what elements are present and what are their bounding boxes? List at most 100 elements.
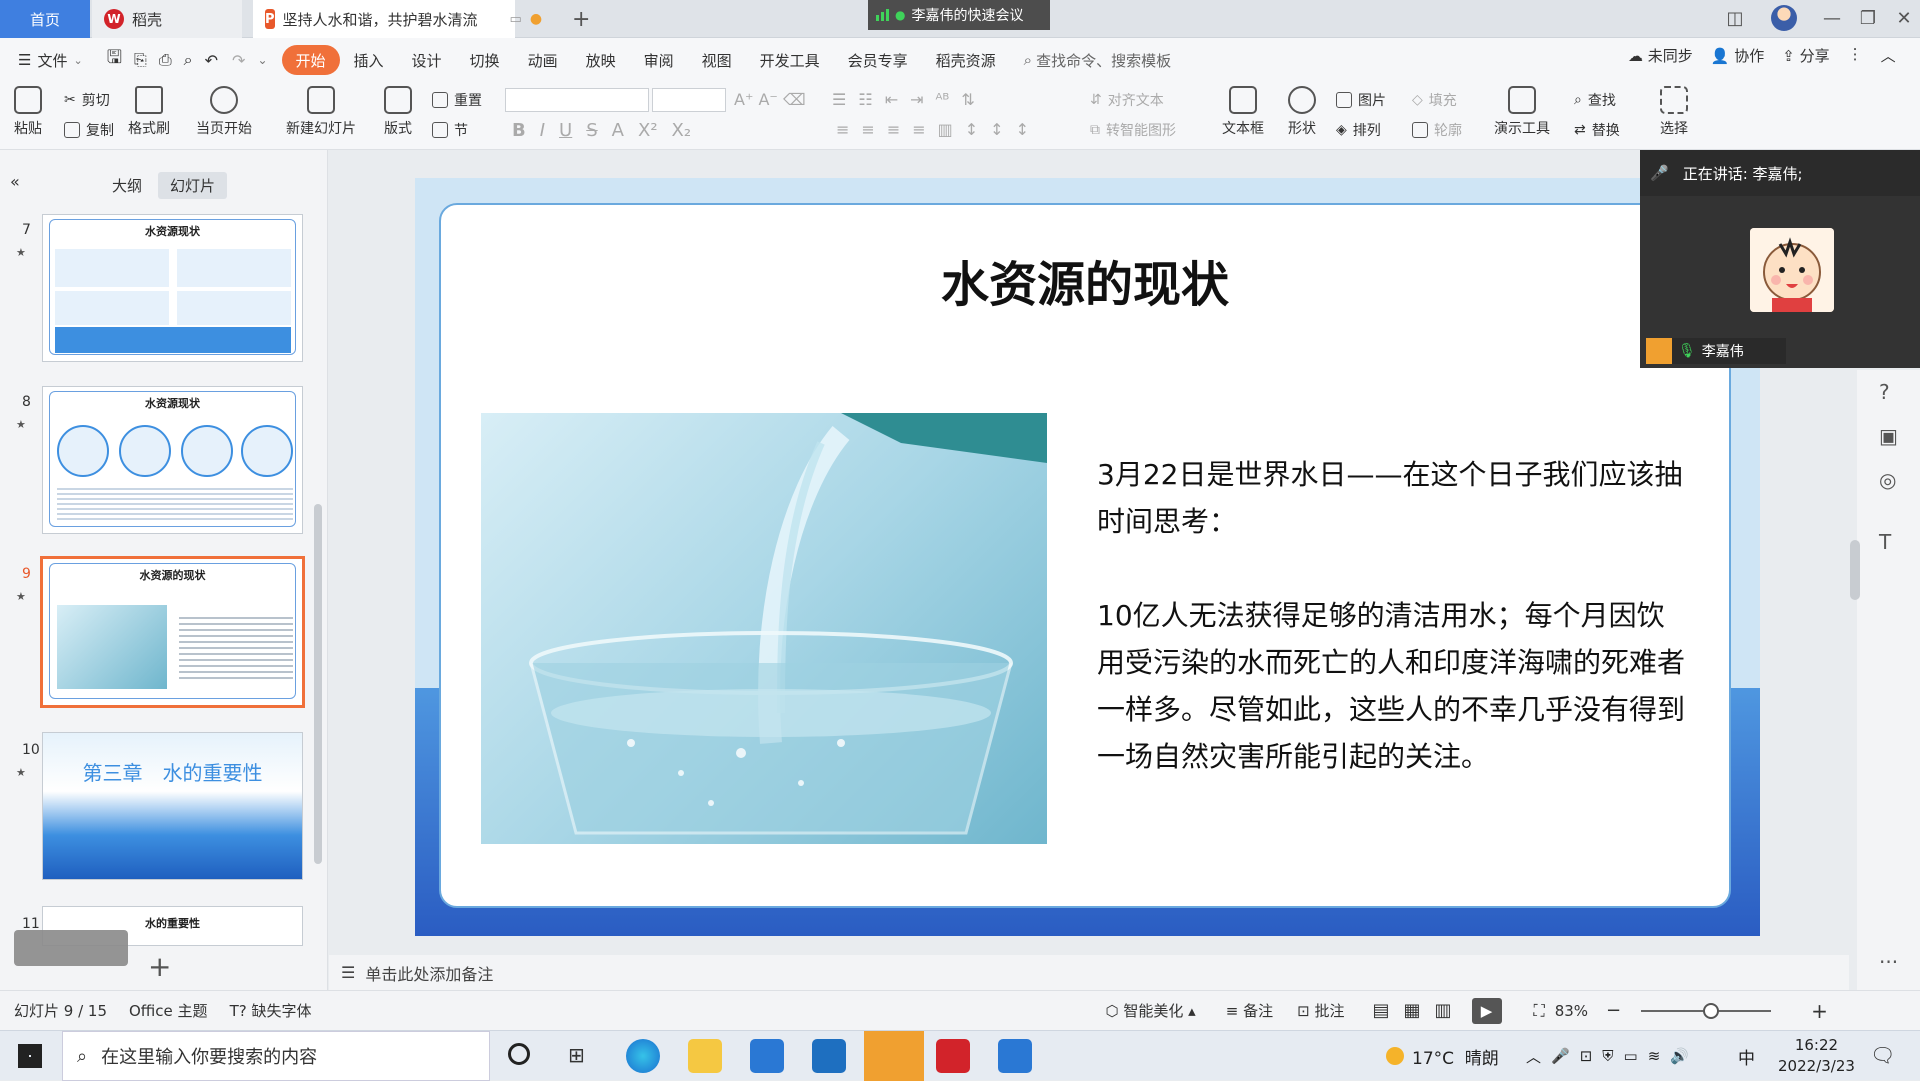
select-button[interactable]: 选择 — [1660, 86, 1688, 138]
collab-button[interactable]: 👤 协作 — [1711, 45, 1764, 66]
export-pdf-icon[interactable]: ⎘ — [134, 50, 147, 70]
water-glass-photo[interactable] — [481, 413, 1047, 844]
theme-name[interactable]: Office 主题 — [129, 1000, 208, 1021]
play-current-button[interactable]: 当页开始 — [196, 86, 252, 138]
user-avatar[interactable] — [1766, 0, 1802, 36]
smart-beautify-button[interactable]: ⬡ 智能美化 ▴ — [1105, 1000, 1195, 1021]
panel-scrollbar[interactable] — [314, 504, 322, 864]
clock[interactable]: 16:22 2022/3/23 — [1778, 1031, 1855, 1081]
input-method[interactable]: 中 — [1738, 1031, 1755, 1081]
font-size-select[interactable] — [652, 88, 726, 112]
menu-review[interactable]: 审阅 — [630, 45, 688, 75]
quick-access-chevron-icon[interactable]: ⌄ — [257, 53, 267, 67]
slide-canvas[interactable]: 水资源的现状 3月22日是世界水日——在这个日子我们应该抽时间思考： 10亿人无… — [415, 178, 1760, 936]
shape-button[interactable]: 形状 — [1288, 86, 1316, 138]
image-tool-icon[interactable]: ▣ — [1879, 424, 1898, 448]
font-style-buttons[interactable]: B I U S A X² X₂ — [512, 120, 691, 141]
tab-outline[interactable]: 大纲 — [100, 172, 154, 199]
editor-scrollbar[interactable] — [1850, 540, 1860, 600]
zoom-slider[interactable] — [1641, 1002, 1772, 1019]
windows-start-icon[interactable] — [18, 1044, 42, 1068]
zoom-level[interactable]: 83% — [1555, 1002, 1588, 1020]
whiteboard-app-icon[interactable] — [998, 1039, 1032, 1073]
tab-daoke[interactable]: W 稻壳 — [92, 0, 242, 38]
fit-window-icon[interactable]: ⛶ — [1534, 1001, 1545, 1021]
font-grow-shrink[interactable]: A⁺ A⁻ ⌫ — [734, 90, 806, 109]
tab-document[interactable]: P 坚持人水和谐，共护碧水清流 ▭ ● — [253, 0, 542, 38]
system-tray-icons[interactable]: ︿ 🎤 ⊡ ⛨ ▭ ≋ 🔊 — [1526, 1031, 1689, 1081]
paste-button[interactable]: 粘贴 — [14, 86, 42, 138]
print-preview-icon[interactable]: ⌕ — [184, 50, 193, 70]
play-slideshow-button[interactable]: ▶ — [1471, 997, 1502, 1024]
mail-app-icon[interactable] — [750, 1039, 784, 1073]
find-button[interactable]: ⌕ 查找 — [1574, 90, 1616, 110]
notification-icon[interactable]: 🗨 — [1870, 1043, 1895, 1067]
paragraph-align[interactable]: ≡ ≡ ≡ ≡ ▥ ↕ ↕ ↕ — [836, 120, 1029, 139]
menu-view[interactable]: 视图 — [688, 45, 746, 75]
help-icon[interactable]: ? — [1879, 380, 1890, 404]
slide-thumbnail-7[interactable]: 水资源现状 — [42, 214, 303, 362]
close-button[interactable]: ✕ — [1886, 0, 1920, 36]
new-slide-button[interactable]: 新建幻灯片 — [286, 86, 356, 138]
file-explorer-icon[interactable] — [688, 1039, 722, 1073]
menu-slideshow[interactable]: 放映 — [572, 45, 630, 75]
cortana-icon[interactable] — [508, 1043, 530, 1065]
print-icon[interactable]: ⎙ — [159, 50, 172, 70]
slide-thumbnail-10[interactable]: 第三章 水的重要性 — [42, 732, 303, 880]
slide-thumbnail-9[interactable]: 水资源的现状 — [40, 556, 305, 708]
save-icon[interactable]: 🖫 — [107, 45, 122, 75]
text-tool-icon[interactable]: T — [1879, 530, 1891, 554]
chat-bubble-widget[interactable] — [14, 930, 128, 966]
fill-button[interactable]: ◇ 填充 — [1412, 90, 1457, 110]
menu-animation[interactable]: 动画 — [514, 45, 572, 75]
layout-button[interactable]: 版式 — [384, 86, 412, 138]
share-button[interactable]: ⇪ 分享 — [1782, 45, 1829, 66]
menu-daoke-resources[interactable]: 稻壳资源 — [922, 45, 1010, 75]
align-text-button[interactable]: ⇵ 对齐文本 — [1090, 90, 1164, 110]
cut-button[interactable]: ✂ 剪切 — [64, 90, 110, 110]
restore-button[interactable]: ❐ — [1850, 0, 1886, 36]
reading-view-icon[interactable]: ▥ — [1434, 1000, 1451, 1021]
grid-view-icon[interactable]: ▦ — [1403, 1000, 1420, 1021]
paragraph-lists[interactable]: ☰ ☷ ⇤ ⇥ ᴬᴮ ⇅ — [832, 90, 975, 109]
taskbar-search[interactable]: ⌕ 在这里输入你要搜索的内容 — [62, 1031, 490, 1081]
add-slide-icon[interactable]: + — [148, 950, 171, 983]
menu-design[interactable]: 设计 — [398, 45, 456, 75]
slide-body-text[interactable]: 3月22日是世界水日——在这个日子我们应该抽时间思考： 10亿人无法获得足够的清… — [1097, 451, 1687, 780]
more-horizontal-icon[interactable]: ··· — [1879, 950, 1898, 974]
notes-bar[interactable]: ☰ 单击此处添加备注 — [329, 955, 1849, 990]
menu-member[interactable]: 会员专享 — [834, 45, 922, 75]
reset-button[interactable]: 重置 — [432, 90, 482, 110]
zoom-slider-thumb[interactable] — [1703, 1002, 1720, 1019]
compass-icon[interactable]: ◎ — [1879, 468, 1896, 492]
new-tab-button[interactable]: + — [572, 0, 600, 38]
sync-button[interactable]: ☁ 未同步 — [1628, 45, 1693, 66]
menu-developer[interactable]: 开发工具 — [746, 45, 834, 75]
command-search[interactable]: ⌕ 查找命令、搜索模板 — [1010, 45, 1185, 75]
meeting-app-icon[interactable] — [864, 1031, 924, 1081]
normal-view-icon[interactable]: ▤ — [1372, 1000, 1389, 1021]
weather-widget[interactable]: 17°C 晴朗 — [1386, 1031, 1499, 1081]
zoom-in-icon[interactable]: + — [1811, 999, 1828, 1023]
edge-app-icon[interactable] — [626, 1039, 660, 1073]
notes-toggle-button[interactable]: ≡ 备注 — [1226, 1000, 1273, 1021]
textbox-button[interactable]: 文本框 — [1222, 86, 1264, 138]
more-icon[interactable]: ⋮ — [1848, 45, 1863, 66]
minimize-button[interactable]: — — [1814, 0, 1850, 36]
missing-font-button[interactable]: T? 缺失字体 — [230, 1000, 312, 1021]
undo-icon[interactable]: ↶ — [205, 51, 218, 70]
monitor-icon[interactable]: ▭ — [510, 12, 522, 27]
section-button[interactable]: 节 — [432, 120, 468, 140]
tab-slides[interactable]: 幻灯片 — [158, 172, 228, 199]
smart-shape-button[interactable]: ⧉ 转智能图形 — [1090, 120, 1176, 140]
collapse-panel-icon[interactable]: « — [10, 172, 20, 191]
dell-app-icon[interactable] — [812, 1039, 846, 1073]
outline-button[interactable]: 轮廓 — [1412, 120, 1462, 140]
font-name-select[interactable] — [505, 88, 649, 112]
menu-insert[interactable]: 插入 — [340, 45, 398, 75]
layout-icon[interactable]: ◫ — [1717, 0, 1753, 36]
meeting-panel[interactable]: 🎤 正在讲话: 李嘉伟; 🎙 李嘉伟 — [1640, 150, 1920, 368]
slide-title[interactable]: 水资源的现状 — [441, 245, 1729, 315]
zoom-out-icon[interactable]: − — [1606, 1000, 1621, 1021]
format-painter-button[interactable]: 格式刷 — [128, 86, 170, 138]
